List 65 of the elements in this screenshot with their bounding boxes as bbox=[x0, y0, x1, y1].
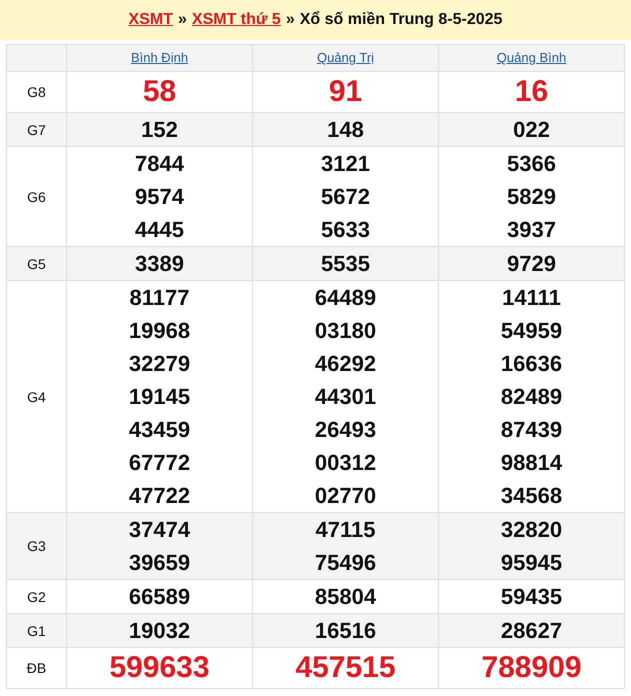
result-number: 67772 bbox=[128, 449, 192, 477]
result-number: 457515 bbox=[294, 652, 397, 684]
result-number: 91 bbox=[328, 76, 364, 108]
result-number: 9729 bbox=[506, 250, 557, 278]
result-number: 85804 bbox=[314, 583, 378, 611]
result-number: 9574 bbox=[134, 183, 185, 211]
result-number: 5535 bbox=[320, 250, 371, 278]
result-number: 37474 bbox=[128, 516, 192, 544]
result-number: 16636 bbox=[500, 350, 564, 378]
result-number: 19032 bbox=[128, 617, 192, 645]
result-number: 19145 bbox=[128, 383, 192, 411]
result-number: 5633 bbox=[320, 216, 371, 244]
result-number: 5829 bbox=[506, 183, 557, 211]
result-number: 75496 bbox=[314, 549, 378, 577]
result-number: 5366 bbox=[506, 150, 557, 178]
result-number: 26493 bbox=[314, 416, 378, 444]
result-number: 58 bbox=[142, 76, 178, 108]
result-number: 39659 bbox=[128, 549, 192, 577]
result-number: 02770 bbox=[314, 482, 378, 510]
result-number: 98814 bbox=[500, 449, 564, 477]
result-number: 95945 bbox=[500, 549, 564, 577]
result-number: 19968 bbox=[128, 317, 192, 345]
breadcrumb-separator: » bbox=[178, 11, 187, 29]
result-number: 46292 bbox=[314, 350, 378, 378]
result-number: 03180 bbox=[314, 317, 378, 345]
result-number: 00312 bbox=[314, 449, 378, 477]
prize-label: ĐB bbox=[6, 648, 66, 688]
breadcrumb-link[interactable]: XSMT bbox=[128, 11, 173, 29]
result-number: 34568 bbox=[500, 482, 564, 510]
result-number: 4445 bbox=[134, 216, 185, 244]
breadcrumb-link[interactable]: XSMT thứ 5 bbox=[192, 11, 281, 29]
result-number: 32279 bbox=[128, 350, 192, 378]
result-number: 54959 bbox=[500, 317, 564, 345]
result-number: 148 bbox=[326, 116, 365, 144]
result-number: 59435 bbox=[500, 583, 564, 611]
result-number: 788909 bbox=[480, 652, 583, 684]
result-number: 5672 bbox=[320, 183, 371, 211]
result-number: 3389 bbox=[134, 250, 185, 278]
result-number: 022 bbox=[512, 116, 551, 144]
result-number: 3937 bbox=[506, 216, 557, 244]
prize-label: G4 bbox=[6, 280, 66, 512]
result-number: 82489 bbox=[500, 383, 564, 411]
result-number: 32820 bbox=[500, 516, 564, 544]
result-number: 152 bbox=[140, 116, 179, 144]
province-link[interactable]: Quảng Trị bbox=[316, 50, 374, 65]
result-number: 81177 bbox=[128, 284, 190, 312]
breadcrumb-separator: » bbox=[286, 11, 295, 29]
result-number: 3121 bbox=[320, 150, 371, 178]
result-number: 87439 bbox=[500, 416, 564, 444]
province-link[interactable]: Bình Định bbox=[130, 50, 188, 65]
prize-label: G6 bbox=[6, 146, 66, 246]
result-number: 7844 bbox=[134, 150, 185, 178]
result-number: 599633 bbox=[108, 652, 211, 684]
page-title: Xổ số miền Trung 8-5-2025 bbox=[300, 11, 502, 29]
result-number: 64489 bbox=[314, 284, 378, 312]
result-number: 16516 bbox=[314, 617, 378, 645]
province-link[interactable]: Quảng Bình bbox=[496, 50, 566, 65]
result-number: 28627 bbox=[500, 617, 564, 645]
result-number: 44301 bbox=[314, 383, 378, 411]
result-number: 43459 bbox=[128, 416, 192, 444]
result-number: 47115 bbox=[314, 516, 376, 544]
result-number: 47722 bbox=[128, 482, 192, 510]
result-number: 16 bbox=[514, 76, 550, 108]
result-number: 14111 bbox=[501, 284, 562, 312]
result-number: 66589 bbox=[128, 583, 192, 611]
